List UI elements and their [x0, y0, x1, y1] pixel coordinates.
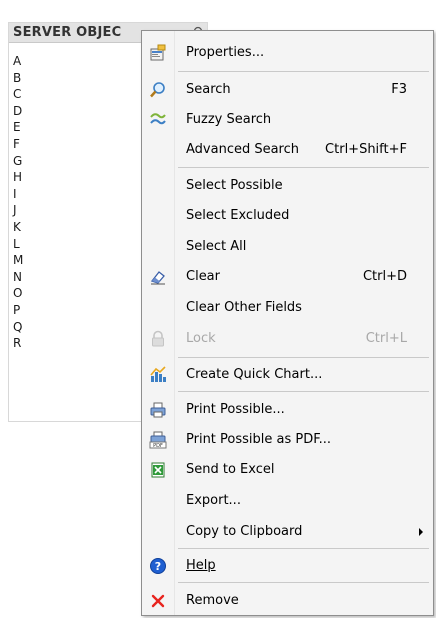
menu-separator — [178, 71, 429, 72]
lock-icon — [149, 330, 167, 348]
excel-icon — [149, 461, 167, 479]
printer-icon — [149, 401, 167, 419]
menu-item-label: Print Possible as PDF... — [186, 432, 332, 447]
menu-item-select-all[interactable]: Select All — [142, 231, 433, 261]
menu-item-label: Clear Other Fields — [186, 300, 302, 315]
menu-item-clear[interactable]: Clear Ctrl+D — [142, 261, 433, 291]
menu-item-select-excluded[interactable]: Select Excluded — [142, 200, 433, 230]
menu-item-label: Advanced Search — [186, 142, 300, 157]
pdf-printer-icon: PDF — [149, 431, 167, 449]
shortcut-label: F3 — [391, 82, 407, 97]
menu-item-advanced-search[interactable]: Advanced Search Ctrl+Shift+F — [142, 134, 433, 164]
menu-item-export[interactable]: Export... — [142, 485, 433, 515]
menu-item-send-to-excel[interactable]: Send to Excel — [142, 454, 433, 484]
menu-item-label: Help — [186, 558, 216, 573]
shortcut-label: Ctrl+Shift+F — [325, 142, 407, 157]
menu-item-label: Select Possible — [186, 178, 283, 193]
menu-item-label: Search — [186, 82, 231, 97]
menu-item-remove[interactable]: Remove — [142, 585, 433, 615]
remove-icon — [149, 592, 167, 610]
menu-item-label: Create Quick Chart... — [186, 367, 323, 382]
menu-item-print-possible-pdf[interactable]: PDF Print Possible as PDF... — [142, 424, 433, 454]
menu-separator — [178, 391, 429, 392]
menu-item-label: Lock — [186, 331, 216, 346]
shortcut-label: Ctrl+D — [362, 269, 407, 284]
menu-item-search[interactable]: Search F3 — [142, 74, 433, 104]
menu-separator — [178, 548, 429, 549]
menu-item-label: Select Excluded — [186, 208, 290, 223]
menu-item-fuzzy-search[interactable]: Fuzzy Search — [142, 104, 433, 134]
context-menu: Properties... Search F3 Fuzzy Search Adv… — [141, 30, 434, 616]
fuzzy-search-icon — [149, 111, 167, 129]
svg-text:?: ? — [155, 560, 161, 573]
listbox-title: SERVER OBJEC — [13, 25, 122, 40]
menu-item-label: Properties... — [186, 45, 265, 60]
menu-item-create-quick-chart[interactable]: Create Quick Chart... — [142, 359, 433, 389]
menu-item-help[interactable]: ? Help — [142, 550, 433, 580]
help-icon: ? — [149, 557, 167, 575]
chart-icon — [149, 366, 167, 384]
menu-item-properties[interactable]: Properties... — [142, 37, 433, 67]
eraser-icon — [149, 268, 167, 286]
menu-item-label: Export... — [186, 493, 241, 508]
menu-separator — [178, 357, 429, 358]
shortcut-label: Ctrl+L — [365, 331, 407, 346]
menu-separator — [178, 167, 429, 168]
menu-separator — [178, 582, 429, 583]
menu-item-label: Fuzzy Search — [186, 112, 272, 127]
menu-item-print-possible[interactable]: Print Possible... — [142, 394, 433, 424]
menu-item-select-possible[interactable]: Select Possible — [142, 170, 433, 200]
menu-item-clear-other-fields[interactable]: Clear Other Fields — [142, 292, 433, 322]
properties-icon — [149, 44, 167, 62]
menu-item-label: Copy to Clipboard — [186, 524, 303, 539]
menu-item-label: Clear — [186, 269, 220, 284]
svg-text:PDF: PDF — [153, 443, 163, 449]
submenu-arrow-icon — [419, 528, 423, 536]
menu-item-label: Print Possible... — [186, 402, 285, 417]
menu-item-lock: Lock Ctrl+L — [142, 323, 433, 353]
menu-item-copy-to-clipboard[interactable]: Copy to Clipboard — [142, 516, 433, 546]
menu-item-label: Send to Excel — [186, 462, 275, 477]
menu-item-label: Select All — [186, 239, 247, 254]
menu-item-label: Remove — [186, 593, 239, 608]
magnifier-icon — [149, 81, 167, 99]
